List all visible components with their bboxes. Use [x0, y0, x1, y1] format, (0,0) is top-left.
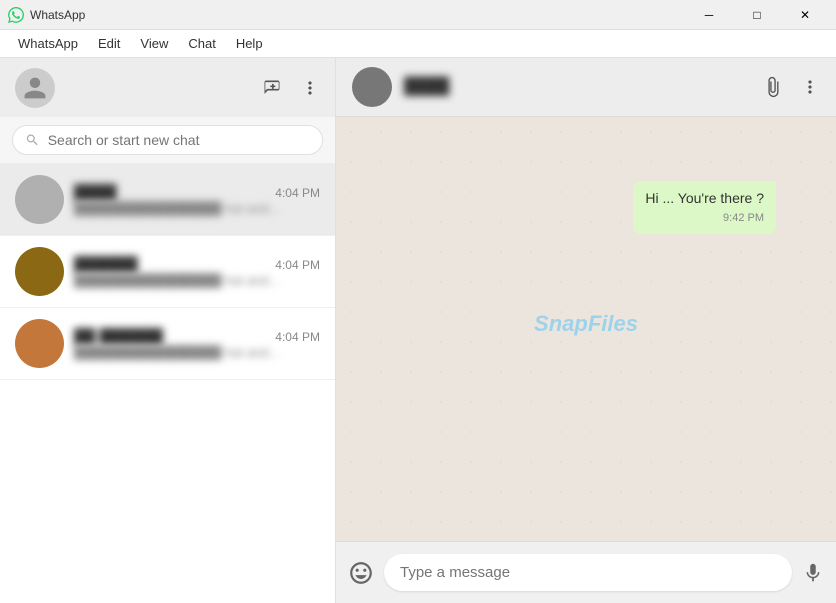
app-icon [8, 7, 24, 23]
info-message: Messages you send to this chat and calls… [396, 290, 776, 342]
message-input[interactable] [384, 554, 792, 591]
search-icon [25, 132, 40, 148]
app-body: ████ 4:04 PM ████████████████ hat and...… [0, 58, 836, 603]
bubble-text: Hi ... You're there ? [645, 189, 764, 209]
profile-avatar-container[interactable] [15, 68, 55, 108]
more-button[interactable] [800, 77, 820, 97]
left-panel: ████ 4:04 PM ████████████████ hat and...… [0, 58, 336, 603]
chat-list: ████ 4:04 PM ████████████████ hat and...… [0, 164, 335, 603]
menu-view[interactable]: View [130, 32, 178, 55]
emoji-icon [348, 560, 374, 586]
chat-top: ██ ██████ 4:04 PM [74, 328, 320, 345]
chat-time: 4:04 PM [275, 330, 320, 344]
chat-header-left: ████ [352, 67, 449, 107]
title-bar-left: WhatsApp [8, 7, 85, 23]
left-header-actions [262, 78, 320, 98]
input-bar [336, 541, 836, 603]
date-badge: 1/5/2016 [396, 145, 776, 167]
profile-avatar-icon [22, 75, 48, 101]
profile-avatar[interactable] [15, 68, 55, 108]
chat-message-suffix: hat and... [225, 273, 279, 288]
chat-avatar [15, 175, 64, 224]
right-panel: ████ SnapFiles [336, 58, 836, 603]
chat-item[interactable]: ██████ 4:04 PM ████████████████ hat and.… [0, 236, 335, 308]
chat-header: ████ [336, 58, 836, 117]
message-bubble-sent: Hi ... You're there ? 9:42 PM [633, 181, 776, 234]
menu-help[interactable]: Help [226, 32, 273, 55]
chat-time: 4:04 PM [275, 258, 320, 272]
menu-bar: WhatsApp Edit View Chat Help [0, 30, 836, 58]
menu-whatsapp[interactable]: WhatsApp [8, 32, 88, 55]
chat-avatar [15, 247, 64, 296]
chat-item[interactable]: ██ ██████ 4:04 PM ████████████████ hat a… [0, 308, 335, 380]
today-badge-text: TODAY [554, 248, 618, 270]
chat-info: ████ 4:04 PM ████████████████ hat and... [74, 184, 320, 216]
chat-info: ██ ██████ 4:04 PM ████████████████ hat a… [74, 328, 320, 360]
chat-avatar [15, 319, 64, 368]
new-chat-icon [262, 78, 282, 98]
more-options-button[interactable] [300, 78, 320, 98]
emoji-button[interactable] [348, 560, 374, 586]
left-header [0, 58, 335, 117]
mic-icon [802, 562, 824, 584]
today-badge: TODAY [396, 248, 776, 270]
menu-chat[interactable]: Chat [178, 32, 225, 55]
search-input[interactable] [48, 132, 310, 148]
close-button[interactable]: ✕ [782, 0, 828, 30]
more-icon [800, 77, 820, 97]
maximize-button[interactable]: □ [734, 0, 780, 30]
more-options-icon [300, 78, 320, 98]
attach-button[interactable] [762, 76, 784, 98]
title-bar-controls: ─ □ ✕ [686, 0, 828, 30]
chat-message: ████████████████ hat and... [74, 273, 320, 288]
mic-button[interactable] [802, 562, 824, 584]
chat-message: ████████████████ hat and... [74, 201, 320, 216]
chat-name: ██ ██████ [74, 328, 163, 345]
chat-info: ██████ 4:04 PM ████████████████ hat and.… [74, 256, 320, 288]
message-row-sent: Hi ... You're there ? 9:42 PM [396, 181, 776, 234]
chat-header-name: ████ [404, 78, 449, 96]
chat-message-suffix: hat and... [225, 201, 279, 216]
search-inner [12, 125, 323, 155]
date-badge-text: 1/5/2016 [551, 145, 622, 167]
chat-header-avatar[interactable] [352, 67, 392, 107]
minimize-button[interactable]: ─ [686, 0, 732, 30]
chat-name: ██████ [74, 256, 138, 273]
title-bar-title: WhatsApp [30, 8, 85, 22]
info-message-text: Messages you send to this chat and calls… [396, 290, 776, 342]
new-chat-button[interactable] [262, 78, 282, 98]
menu-edit[interactable]: Edit [88, 32, 130, 55]
attach-icon [762, 76, 784, 98]
chat-time: 4:04 PM [275, 186, 320, 200]
chat-header-actions [762, 76, 820, 98]
title-bar: WhatsApp ─ □ ✕ [0, 0, 836, 30]
chat-top: ██████ 4:04 PM [74, 256, 320, 273]
chat-name: ████ [74, 184, 117, 201]
bubble-time: 9:42 PM [645, 211, 764, 226]
chat-messages: SnapFiles 1/5/2016 Hi ... You're there ?… [336, 117, 836, 541]
chat-item[interactable]: ████ 4:04 PM ████████████████ hat and... [0, 164, 335, 236]
search-bar [0, 117, 335, 164]
chat-message: ████████████████ hat and... [74, 345, 320, 360]
chat-top: ████ 4:04 PM [74, 184, 320, 201]
chat-message-suffix: hat and... [225, 345, 279, 360]
